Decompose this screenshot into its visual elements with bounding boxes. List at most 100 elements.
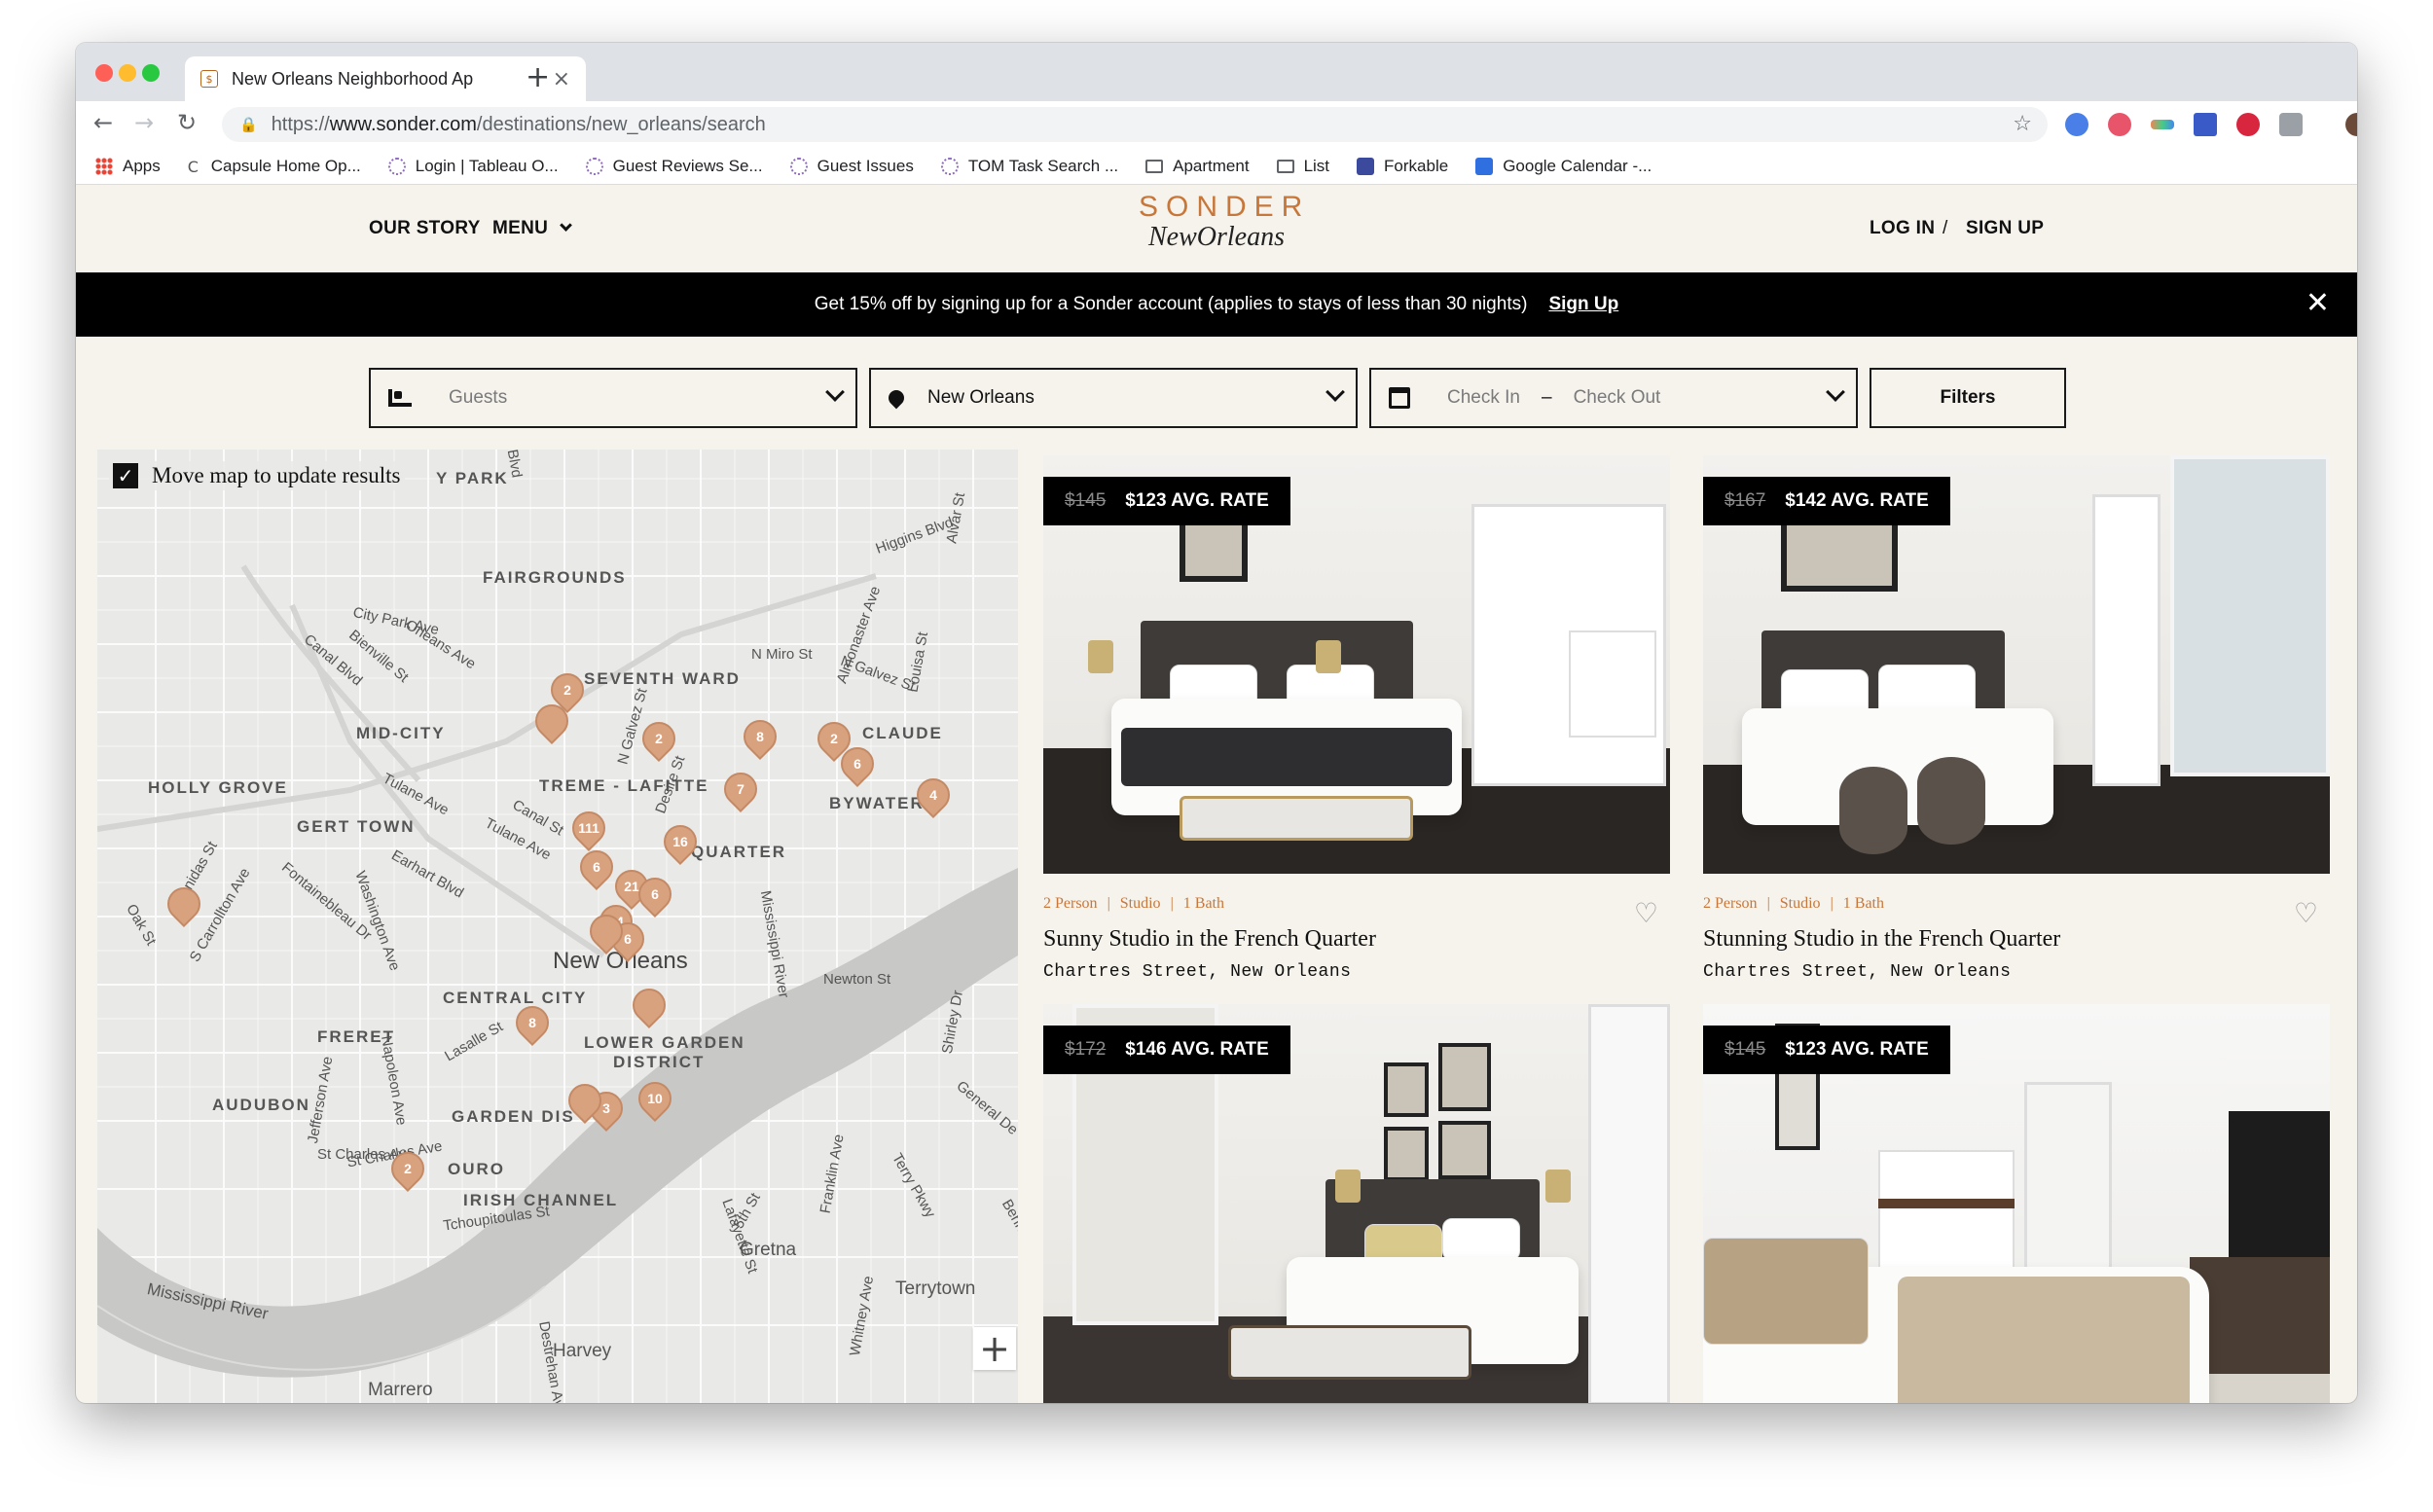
listing-title[interactable]: Sunny Studio in the French Quarter [1043,926,1670,953]
map-label: OURO [448,1160,505,1178]
map-label: GERT TOWN [297,817,416,836]
tableau-icon [585,157,603,175]
map[interactable]: ✓ Move map to update results Y PARK FAIR… [97,450,1018,1403]
listing-persons: 2 Person [1703,895,1758,912]
marker-count: 4 [929,787,937,803]
folder-icon [1145,159,1164,173]
listing-type: Studio [1779,895,1821,912]
capsule-icon: C [187,157,199,176]
listing-card[interactable]: $167 $142 AVG. RATE 2 Person | Studio | 1 Ba… [1703,455,2330,982]
extension-y-icon[interactable] [2194,113,2217,136]
listing-photo[interactable]: $145 $123 AVG. RATE [1043,455,1670,874]
check-out-placeholder: Check Out [1573,387,1661,408]
apps-grid-icon [95,157,113,175]
bookmark-star-icon[interactable]: ☆ [2013,112,2032,136]
date-range-picker[interactable]: Check In – Check Out [1369,368,1858,428]
bookmark-tableau-login[interactable]: Login | Tableau O... [387,157,559,176]
url-text: https://www.sonder.com/destinations/new_… [271,113,766,135]
listing-card[interactable]: $172 $146 AVG. RATE [1043,1004,1670,1403]
filters-button[interactable]: Filters [1870,368,2066,428]
listing-photo[interactable]: $167 $142 AVG. RATE [1703,455,2330,874]
our-story-link[interactable]: OUR STORY [369,218,481,239]
map-label: SEVENTH WARD [584,669,741,688]
marker-count: 2 [563,682,571,698]
guests-select[interactable]: Guests [369,368,857,428]
rate-badge: $145 $123 AVG. RATE [1703,1026,1950,1074]
location-select[interactable]: New Orleans [869,368,1358,428]
bookmark-forkable[interactable]: Forkable [1357,157,1448,176]
promo-text: Get 15% off by signing up for a Sonder a… [814,294,1528,314]
listing-photo[interactable]: $145 $123 AVG. RATE [1703,1004,2330,1403]
marker-count: 6 [651,886,659,902]
marker-count: 8 [528,1015,536,1030]
zoom-in-button[interactable]: + [973,1327,1016,1370]
avg-rate: $142 AVG. RATE [1785,490,1929,511]
move-map-toggle[interactable]: ✓ Move map to update results [109,461,405,490]
search-bar: Guests New Orleans Check In – Check Out … [76,337,2357,451]
listing-photo[interactable]: $172 $146 AVG. RATE [1043,1004,1670,1403]
heart-icon[interactable]: ♡ [2294,897,2318,929]
bookmark-google-calendar[interactable]: Google Calendar -... [1475,157,1652,176]
original-price: $145 [1725,1039,1766,1060]
sonder-favicon-icon: $ [200,70,218,88]
reload-icon[interactable]: ↻ [177,109,197,136]
promo-sign-up-link[interactable]: Sign Up [1548,294,1618,315]
chevron-down-icon [1826,382,1845,402]
calendar-icon [1475,157,1494,175]
map-label: DISTRICT [613,1053,706,1071]
menu-button[interactable]: MENU [492,218,572,239]
map-label: CENTRAL CITY [443,989,588,1007]
bookmark-folder-list[interactable]: List [1276,157,1329,176]
original-price: $167 [1725,490,1766,511]
marker-count: 8 [756,729,764,744]
original-price: $172 [1065,1039,1107,1060]
close-icon[interactable]: ✕ [2306,286,2330,320]
menu-label: MENU [492,218,549,238]
sonder-logo[interactable]: SONDER NewOrleans [1139,191,1311,253]
extension-rainbow-icon[interactable] [2151,120,2174,129]
log-in-link[interactable]: LOG IN [1870,218,1935,239]
filters-label: Filters [1940,387,1996,408]
back-arrow-icon[interactable]: ← [93,109,113,136]
check-in-placeholder: Check In [1447,387,1520,408]
folder-icon [1276,159,1294,173]
listing-card[interactable]: $145 $123 AVG. RATE 2 Person | Studio | 1 Ba… [1043,455,1670,982]
sign-up-link[interactable]: SIGN UP [1966,218,2044,239]
site-header: OUR STORY MENU SONDER NewOrleans LOG IN … [76,185,2357,272]
close-window-button[interactable] [95,64,113,82]
close-tab-icon[interactable]: × [553,67,570,91]
map-label: FAIRGROUNDS [483,568,627,587]
extension-red-icon[interactable] [2108,113,2131,136]
logo-wordmark: SONDER [1139,191,1311,223]
new-tab-button[interactable]: + [526,60,550,94]
bookmark-folder-apartment[interactable]: Apartment [1145,157,1250,176]
chevron-down-icon [559,219,572,232]
bookmark-guest-reviews[interactable]: Guest Reviews Se... [585,157,763,176]
street-label: Newton St [823,971,891,988]
minimize-window-button[interactable] [119,64,136,82]
guests-placeholder: Guests [449,387,508,408]
listing-card[interactable]: $145 $123 AVG. RATE [1703,1004,2330,1403]
marker-count: 2 [404,1161,412,1176]
bookmark-tom-task-search[interactable]: TOM Task Search ... [940,157,1118,176]
avg-rate: $123 AVG. RATE [1785,1039,1929,1060]
forward-arrow-icon[interactable]: → [134,109,154,136]
extension-blue-icon[interactable] [2065,113,2088,136]
bookmark-apps[interactable]: Apps [95,157,161,176]
listing-type: Studio [1119,895,1161,912]
tab-title: New Orleans Neighborhood Ap [232,68,474,89]
listing-title[interactable]: Stunning Studio in the French Quarter [1703,926,2330,953]
profile-avatar[interactable] [2345,113,2357,136]
heart-icon[interactable]: ♡ [1634,897,1658,929]
map-label: HOLLY GROVE [148,778,288,797]
map-label: Y PARK [436,469,509,487]
bookmark-capsule[interactable]: C Capsule Home Op... [188,157,361,176]
maximize-window-button[interactable] [142,64,160,82]
map-label: TREME - LAFITTE [539,776,709,795]
address-bar[interactable]: 🔒 https://www.sonder.com/destinations/ne… [222,107,2048,142]
marker-count: 2 [655,731,663,746]
camera-icon[interactable] [2279,113,2303,136]
checkmark-icon: ✓ [113,463,138,488]
bookmark-guest-issues[interactable]: Guest Issues [789,157,914,176]
pinterest-icon[interactable] [2236,113,2260,136]
